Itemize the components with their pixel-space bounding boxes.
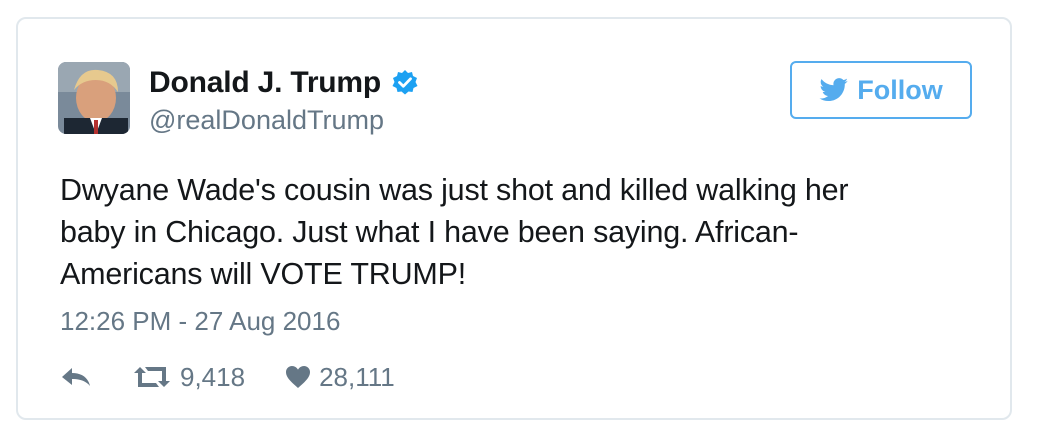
user-handle[interactable]: @realDonaldTrump: [149, 105, 384, 136]
twitter-bird-icon: [819, 78, 849, 102]
follow-button-label: Follow: [857, 74, 943, 105]
heart-icon: [286, 366, 311, 388]
user-name-row: Donald J. Trump: [149, 65, 419, 101]
reply-button[interactable]: [60, 365, 92, 389]
reply-icon: [62, 368, 90, 386]
retweet-button[interactable]: 9,418: [132, 362, 245, 393]
retweet-count: 9,418: [180, 361, 246, 392]
tweet-actions: 9,418 28,111: [60, 359, 395, 395]
retweet-icon: [134, 367, 170, 387]
tweet-card: Donald J. Trump @realDonaldTrump Follow …: [16, 17, 1012, 420]
user-name[interactable]: Donald J. Trump: [149, 66, 381, 100]
tweet-timestamp[interactable]: 12:26 PM - 27 Aug 2016: [60, 306, 340, 337]
tweet-text: Dwyane Wade's cousin was just shot and k…: [60, 173, 849, 291]
follow-button[interactable]: Follow: [790, 61, 972, 119]
avatar[interactable]: [58, 62, 130, 134]
verified-badge-icon: [392, 70, 418, 95]
like-count: 28,111: [319, 361, 395, 392]
like-button[interactable]: 28,111: [285, 362, 395, 393]
